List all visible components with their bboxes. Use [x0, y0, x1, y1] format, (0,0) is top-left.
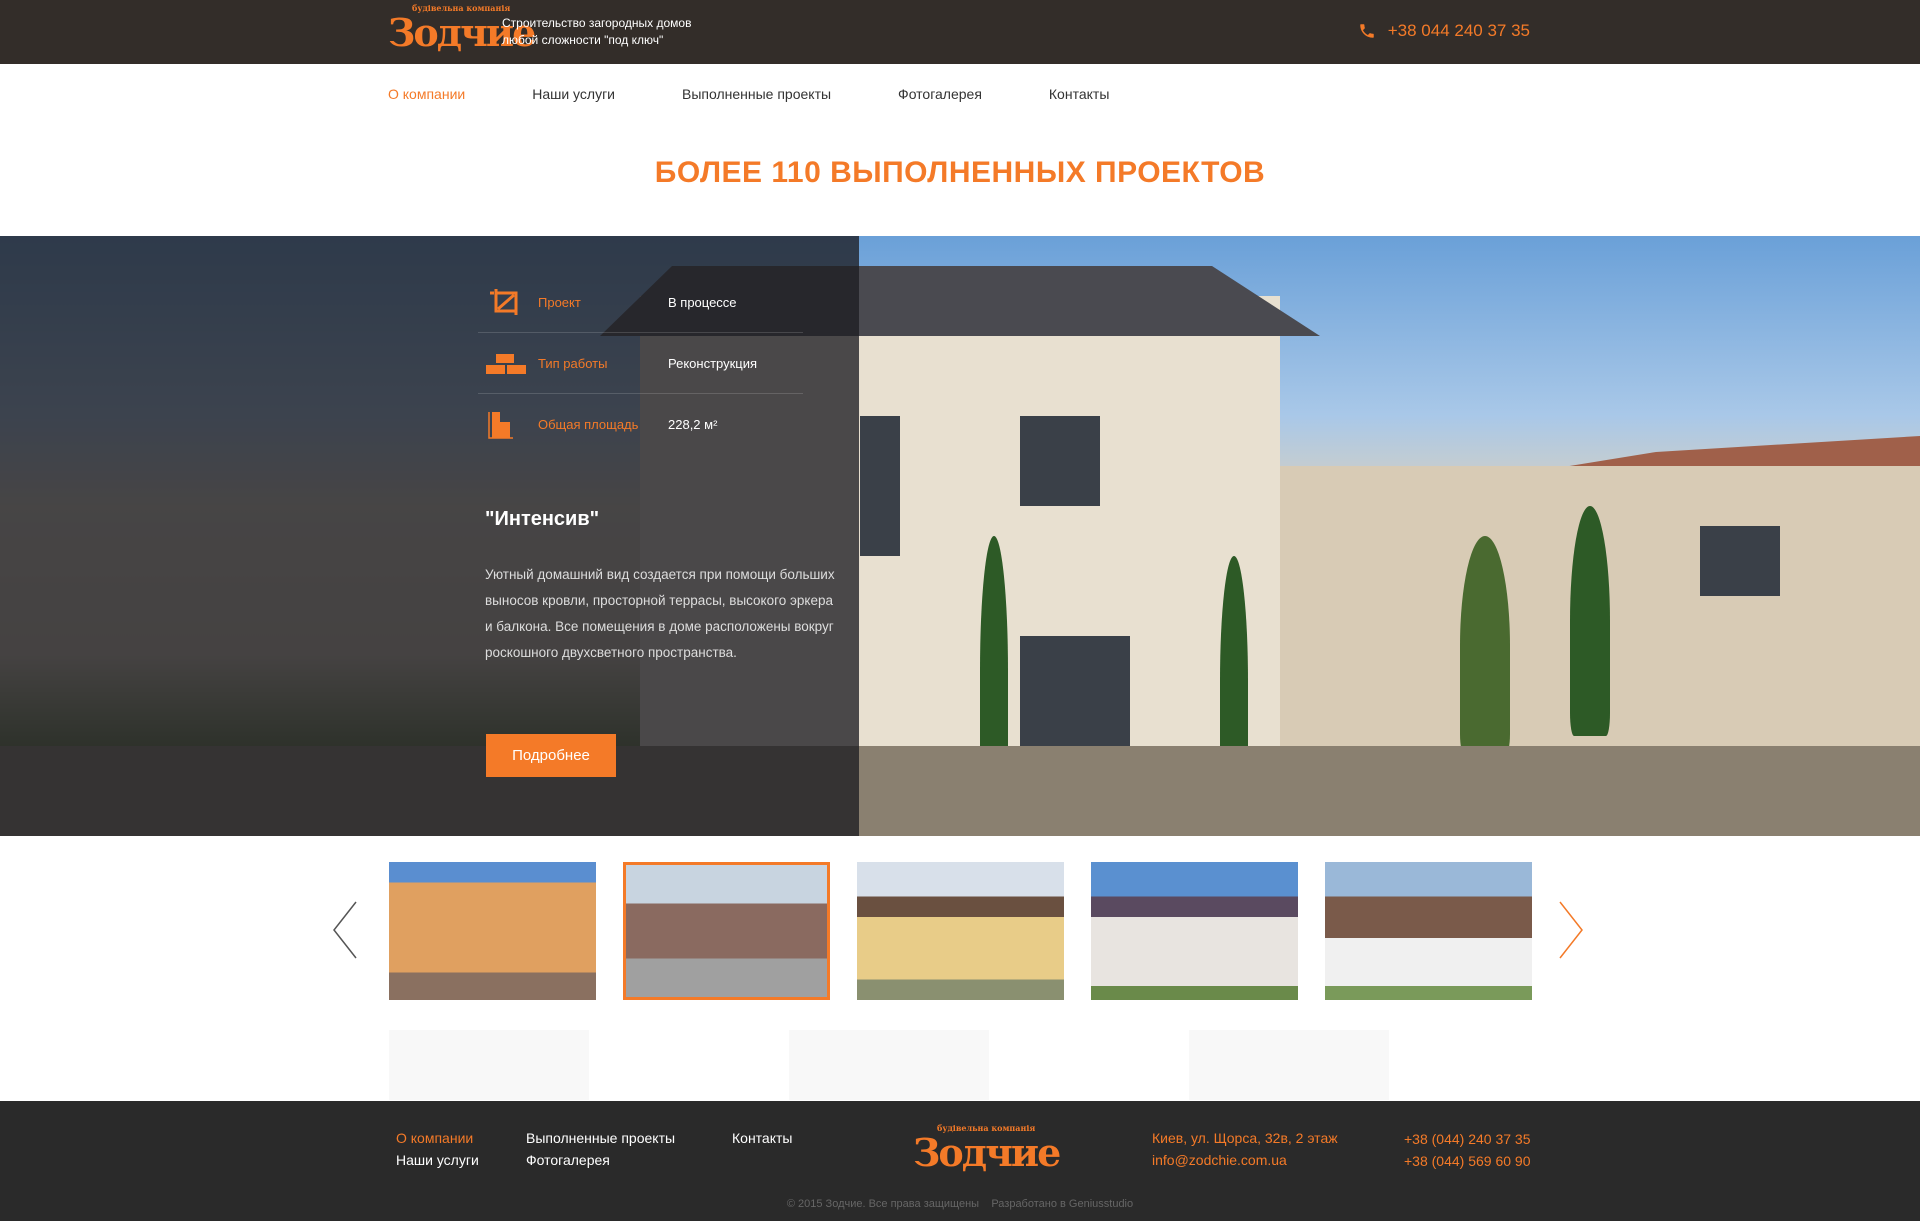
next-arrow-icon[interactable] — [1556, 900, 1586, 960]
project-details: Проект В процессе Тип работы Реконструкц… — [478, 272, 803, 455]
nav-projects[interactable]: Выполненные проекты — [682, 86, 831, 102]
detail-row-project: Проект В процессе — [478, 272, 803, 333]
copyright: © 2015 Зодчие. Все права защищены Разраб… — [0, 1198, 1920, 1210]
bricks-icon — [486, 354, 526, 374]
prev-arrow-icon[interactable] — [330, 900, 360, 960]
header-phone[interactable]: +38 044 240 37 35 — [1358, 21, 1530, 41]
developer-link[interactable]: Разработано в Geniusstudio — [991, 1198, 1133, 1210]
tagline: Строительство загородных домов любой сло… — [502, 15, 691, 49]
tagline-line-1: Строительство загородных домов — [502, 16, 692, 30]
hero-slide: Проект В процессе Тип работы Реконструкц… — [0, 236, 1920, 836]
thumbnail-2[interactable] — [623, 862, 830, 1000]
footer-link-services[interactable]: Наши услуги — [396, 1152, 479, 1168]
nav-gallery[interactable]: Фотогалерея — [898, 86, 982, 102]
footer-email[interactable]: info@zodchie.com.ua — [1152, 1152, 1287, 1168]
footer: О компании Наши услуги Выполненные проек… — [0, 1101, 1920, 1221]
main-nav: О компании Наши услуги Выполненные проек… — [388, 86, 1176, 102]
footer-link-gallery[interactable]: Фотогалерея — [526, 1152, 610, 1168]
phone-number: +38 044 240 37 35 — [1387, 21, 1530, 40]
detail-row-work-type: Тип работы Реконструкция — [478, 333, 803, 394]
page-title: БОЛЕЕ 110 ВЫПОЛНЕННЫХ ПРОЕКТОВ — [654, 156, 1266, 189]
footer-link-projects[interactable]: Выполненные проекты — [526, 1130, 675, 1146]
thumbnail-3[interactable] — [857, 862, 1064, 1000]
detail-value: 228,2 м² — [668, 417, 718, 432]
more-button[interactable]: Подробнее — [486, 734, 616, 777]
background-pattern — [389, 1030, 1529, 1100]
detail-value: В процессе — [668, 294, 737, 310]
nav-contacts[interactable]: Контакты — [1049, 86, 1109, 102]
detail-label: Общая площадь — [538, 417, 639, 432]
footer-address: Киев, ул. Щорса, 32в, 2 этаж — [1152, 1130, 1338, 1146]
nav-about[interactable]: О компании — [388, 86, 465, 102]
thumbnail-5[interactable] — [1325, 862, 1532, 1000]
crop-icon — [490, 289, 518, 315]
footer-link-contacts[interactable]: Контакты — [732, 1130, 792, 1146]
logo-text: Зодчие — [913, 1130, 1061, 1175]
area-icon — [488, 411, 513, 439]
detail-value: Реконструкция — [668, 355, 758, 371]
detail-label: Проект — [538, 294, 581, 310]
footer-link-about[interactable]: О компании — [396, 1130, 473, 1146]
footer-logo[interactable]: будівельна компанія Зодчие — [913, 1123, 1061, 1175]
copyright-text: © 2015 Зодчие. Все права защищены — [786, 1198, 980, 1210]
nav-services[interactable]: Наши услуги — [532, 86, 615, 102]
detail-row-area: Общая площадь 228,2 м² — [478, 394, 803, 455]
project-thumbnails — [389, 862, 1532, 1000]
tagline-line-2: любой сложности "под ключ" — [502, 33, 664, 47]
thumbnail-1[interactable] — [389, 862, 596, 1000]
project-description: Уютный домашний вид создается при помощи… — [485, 567, 835, 660]
thumbnail-4[interactable] — [1091, 862, 1298, 1000]
phone-icon — [1359, 24, 1374, 38]
footer-phone-2[interactable]: +38 (044) 569 60 90 — [1404, 1153, 1531, 1169]
detail-label: Тип работы — [538, 355, 608, 371]
footer-phone-1[interactable]: +38 (044) 240 37 35 — [1404, 1131, 1531, 1147]
project-name: "Интенсив" — [485, 508, 600, 530]
header: будівельна компанія Зодчие Строительство… — [0, 0, 1920, 64]
